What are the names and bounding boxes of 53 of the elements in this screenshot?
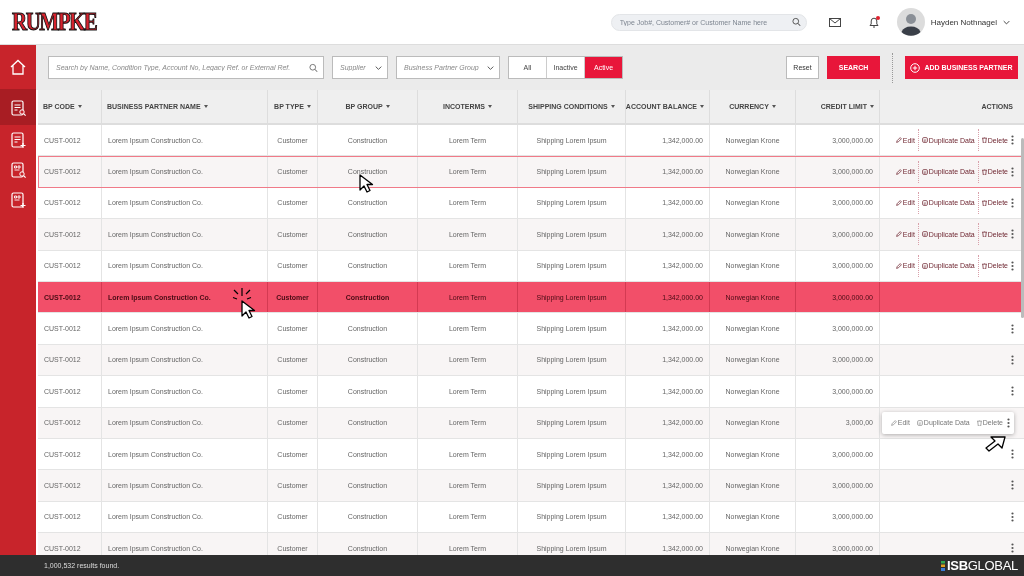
nav-button[interactable] — [0, 90, 36, 125]
pencil-icon — [895, 137, 902, 144]
search-icon — [309, 63, 318, 72]
trash-icon — [981, 199, 987, 206]
trash-icon — [981, 137, 987, 144]
click-cursor-icon — [232, 286, 258, 320]
document-add-icon — [8, 190, 28, 210]
plus-circle-icon — [910, 62, 921, 73]
more-icon[interactable] — [1011, 386, 1014, 397]
more-icon[interactable] — [1011, 323, 1014, 334]
chevron-icon — [487, 65, 494, 70]
document-icon — [921, 231, 928, 238]
logo-mark-icon — [941, 560, 945, 571]
home-icon — [8, 57, 28, 77]
scrollbar[interactable] — [1021, 138, 1024, 318]
pencil-icon — [895, 199, 902, 206]
avatar[interactable] — [896, 8, 925, 36]
bell-icon[interactable] — [868, 16, 879, 28]
more-icon[interactable] — [1011, 197, 1014, 208]
more-icon[interactable] — [1007, 417, 1010, 428]
document-icon — [921, 168, 928, 175]
trash-icon — [981, 168, 987, 175]
list-add-icon — [8, 130, 28, 150]
brand-logo: ISBGLOBAL — [941, 558, 1018, 573]
chevron-icon — [375, 65, 382, 70]
caret-icon — [1003, 19, 1010, 25]
pencil-icon — [890, 419, 897, 426]
mail-icon[interactable] — [828, 17, 841, 27]
more-icon[interactable] — [1011, 135, 1014, 146]
trash-icon — [976, 419, 982, 426]
trash-icon — [981, 231, 987, 238]
pencil-icon — [895, 231, 902, 238]
document-search-icon — [8, 160, 28, 180]
more-icon[interactable] — [1011, 229, 1014, 240]
more-icon[interactable] — [1011, 449, 1014, 460]
more-icon[interactable] — [1011, 260, 1014, 271]
user-name[interactable]: Hayden Nothnagel — [930, 17, 997, 27]
logo: RUMPKE — [12, 7, 97, 37]
trash-icon — [981, 262, 987, 269]
search-icon — [791, 17, 801, 27]
more-icon[interactable] — [1011, 166, 1014, 177]
document-icon — [921, 199, 928, 206]
document-icon — [921, 262, 928, 269]
list-search-icon — [8, 97, 28, 118]
document-icon — [916, 419, 923, 426]
pencil-icon — [895, 168, 902, 175]
more-icon[interactable] — [1011, 511, 1014, 522]
cursor-icon — [359, 174, 375, 194]
more-icon[interactable] — [1011, 543, 1014, 554]
more-icon[interactable] — [1011, 354, 1014, 365]
document-icon — [921, 137, 928, 144]
more-icon[interactable] — [1011, 480, 1014, 491]
pencil-icon — [895, 262, 902, 269]
